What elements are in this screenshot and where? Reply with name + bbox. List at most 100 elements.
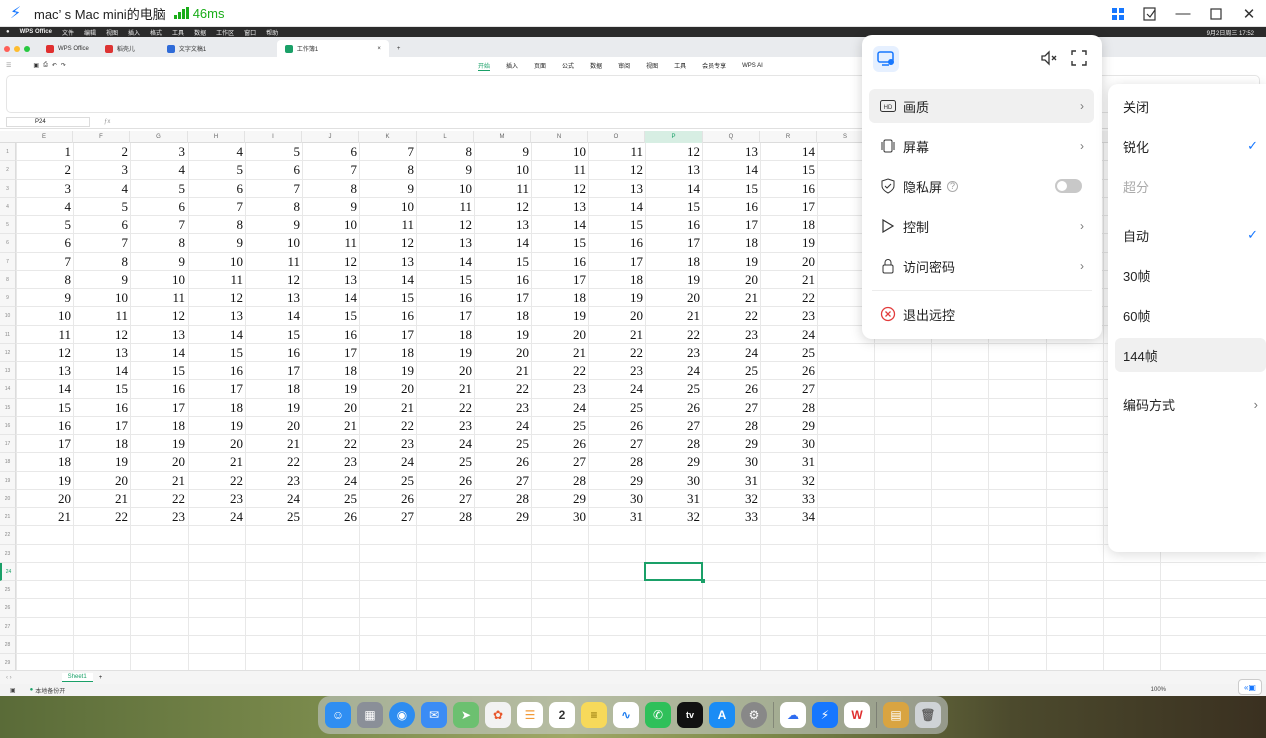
table-cell[interactable]: 9 xyxy=(417,162,473,179)
table-cell[interactable]: 13 xyxy=(417,235,472,252)
table-cell[interactable]: 23 xyxy=(531,381,586,398)
table-cell[interactable]: 21 xyxy=(245,436,300,453)
table-cell[interactable]: 7 xyxy=(245,181,301,198)
privacy-toggle[interactable] xyxy=(1055,179,1082,193)
table-cell[interactable]: 18 xyxy=(302,363,357,380)
table-cell[interactable]: 24 xyxy=(645,363,700,380)
table-cell[interactable]: 25 xyxy=(760,345,815,362)
table-cell[interactable]: 23 xyxy=(417,418,472,435)
table-cell[interactable]: 2 xyxy=(73,144,129,161)
table-cell[interactable]: 6 xyxy=(16,235,72,252)
framerate-option-60[interactable]: 60帧 xyxy=(1115,298,1266,332)
table-cell[interactable]: 11 xyxy=(474,181,529,198)
table-cell[interactable]: 22 xyxy=(703,308,758,325)
table-cell[interactable]: 6 xyxy=(73,217,129,234)
fullscreen-icon[interactable] xyxy=(1070,49,1088,70)
table-cell[interactable]: 16 xyxy=(245,345,300,362)
table-cell[interactable]: 19 xyxy=(245,400,300,417)
row-header-cell[interactable]: 4 xyxy=(0,197,16,216)
row-header-cell[interactable]: 12 xyxy=(0,343,16,362)
table-cell[interactable]: 27 xyxy=(359,509,414,526)
expand-toolbar-button[interactable]: «▣ xyxy=(1238,679,1262,695)
table-cell[interactable]: 11 xyxy=(417,199,472,216)
table-cell[interactable]: 31 xyxy=(588,509,643,526)
table-cell[interactable]: 1 xyxy=(16,144,72,161)
table-cell[interactable]: 13 xyxy=(588,181,643,198)
table-cell[interactable]: 26 xyxy=(645,400,700,417)
wps-icon[interactable]: W xyxy=(844,702,870,728)
table-cell[interactable]: 13 xyxy=(531,199,586,216)
row-header-cell[interactable]: 3 xyxy=(0,179,16,198)
table-cell[interactable]: 27 xyxy=(531,454,586,471)
table-cell[interactable]: 13 xyxy=(359,254,414,271)
table-cell[interactable]: 23 xyxy=(645,345,700,362)
table-cell[interactable]: 17 xyxy=(417,308,472,325)
table-cell[interactable]: 22 xyxy=(531,363,586,380)
table-cell[interactable]: 11 xyxy=(588,144,643,161)
table-cell[interactable]: 8 xyxy=(130,235,186,252)
table-cell[interactable]: 10 xyxy=(16,308,71,325)
table-cell[interactable]: 13 xyxy=(16,363,71,380)
menu-item-screen[interactable]: 屏幕 › xyxy=(869,129,1094,163)
table-cell[interactable]: 26 xyxy=(359,491,414,508)
table-cell[interactable]: 29 xyxy=(531,491,586,508)
table-cell[interactable]: 25 xyxy=(417,454,472,471)
menu-item-access-password[interactable]: 访问密码 › xyxy=(869,249,1094,283)
table-cell[interactable]: 20 xyxy=(130,454,185,471)
table-cell[interactable]: 24 xyxy=(760,327,815,344)
table-cell[interactable]: 7 xyxy=(188,199,244,216)
maximize-button[interactable] xyxy=(1201,0,1231,27)
table-cell[interactable]: 32 xyxy=(760,473,815,490)
table-cell[interactable]: 23 xyxy=(760,308,815,325)
table-cell[interactable]: 8 xyxy=(73,254,129,271)
column-header-cell[interactable]: L xyxy=(417,131,474,143)
menu-item[interactable]: 插入 xyxy=(128,28,140,37)
table-cell[interactable]: 18 xyxy=(588,272,643,289)
table-cell[interactable]: 21 xyxy=(417,381,472,398)
trash-icon[interactable]: 🗑 xyxy=(915,702,941,728)
menu-item[interactable]: 文件 xyxy=(62,28,74,37)
table-cell[interactable]: 10 xyxy=(245,235,300,252)
help-icon[interactable]: ? xyxy=(947,180,959,192)
table-cell[interactable]: 19 xyxy=(130,436,185,453)
table-cell[interactable]: 32 xyxy=(703,491,758,508)
table-cell[interactable]: 16 xyxy=(531,254,586,271)
table-cell[interactable]: 21 xyxy=(474,363,529,380)
menu-item[interactable]: 编辑 xyxy=(84,28,96,37)
table-cell[interactable]: 19 xyxy=(302,381,357,398)
launchpad-icon[interactable]: ▦ xyxy=(357,702,383,728)
table-cell[interactable]: 23 xyxy=(588,363,643,380)
table-cell[interactable]: 14 xyxy=(188,327,243,344)
table-cell[interactable]: 15 xyxy=(130,363,185,380)
table-cell[interactable]: 12 xyxy=(302,254,357,271)
menu-item-privacy-screen[interactable]: 隐私屏 ? xyxy=(869,169,1094,203)
close-light-icon[interactable] xyxy=(4,45,10,52)
table-cell[interactable]: 24 xyxy=(531,400,586,417)
quality-option-off[interactable]: 关闭 xyxy=(1115,89,1266,123)
table-cell[interactable]: 14 xyxy=(588,199,643,216)
table-cell[interactable]: 22 xyxy=(245,454,300,471)
table-cell[interactable]: 16 xyxy=(703,199,758,216)
column-header-cell[interactable]: N xyxy=(531,131,588,143)
row-header-cell[interactable]: 22 xyxy=(0,526,16,545)
table-cell[interactable]: 22 xyxy=(73,509,128,526)
table-cell[interactable]: 14 xyxy=(645,181,700,198)
finder-icon[interactable]: ☺ xyxy=(325,702,351,728)
table-cell[interactable]: 18 xyxy=(531,290,586,307)
table-cell[interactable]: 14 xyxy=(359,272,414,289)
table-cell[interactable]: 11 xyxy=(188,272,243,289)
safari-icon[interactable]: ◉ xyxy=(389,702,415,728)
table-cell[interactable]: 9 xyxy=(302,199,358,216)
table-cell[interactable]: 30 xyxy=(703,454,758,471)
table-cell[interactable]: 17 xyxy=(760,199,815,216)
close-button[interactable]: ✕ xyxy=(1234,0,1264,27)
table-cell[interactable]: 29 xyxy=(703,436,758,453)
table-cell[interactable]: 6 xyxy=(130,199,186,216)
table-cell[interactable]: 25 xyxy=(359,473,414,490)
table-cell[interactable]: 17 xyxy=(645,235,700,252)
table-cell[interactable]: 22 xyxy=(417,400,472,417)
table-cell[interactable]: 11 xyxy=(245,254,300,271)
table-cell[interactable]: 28 xyxy=(417,509,472,526)
save-icon[interactable]: ▣ xyxy=(33,62,39,69)
table-cell[interactable]: 20 xyxy=(474,345,529,362)
